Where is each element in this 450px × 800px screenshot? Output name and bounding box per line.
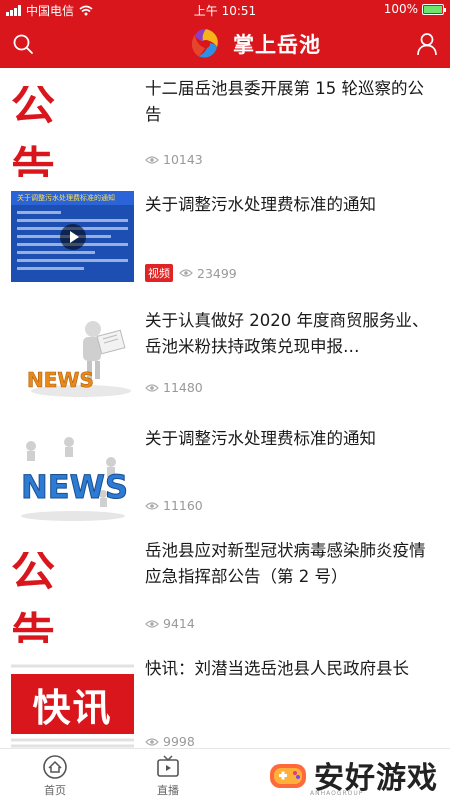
eye-icon — [179, 269, 193, 277]
article-title: 关于调整污水处理费标准的通知 — [145, 429, 376, 448]
home-icon — [43, 755, 67, 779]
view-count: 9998 — [163, 734, 195, 749]
article-meta: 9414 — [145, 616, 195, 631]
article-thumbnail: NEWS — [11, 311, 134, 402]
tab-label: 首页 — [44, 784, 66, 797]
list-item[interactable]: NEWS 关于认真做好 2020 年度商贸服务业、岳池米粉扶持政策兑现申报… 1… — [0, 304, 450, 424]
article-title: 岳池县应对新型冠状病毒感染肺炎疫情 应急指挥部公告（第 2 号） — [145, 541, 426, 586]
news-reader-illustration: NEWS — [27, 321, 131, 397]
battery-icon — [422, 3, 446, 15]
app-logo-icon — [191, 29, 218, 58]
status-bar: 中国电信 上午 10:51 100% — [0, 0, 450, 20]
article-meta: 视频 23499 — [145, 264, 237, 282]
gamepad-logo-icon — [270, 764, 306, 788]
battery-percent: 100% — [383, 2, 418, 16]
eye-icon — [145, 383, 159, 392]
tab-live[interactable]: 直播 — [138, 755, 198, 798]
article-meta: 10143 — [145, 152, 203, 167]
eye-icon — [145, 501, 159, 510]
article-meta: 9998 — [145, 734, 195, 749]
watermark-subtext: ANHAOGROUP — [310, 790, 364, 797]
article-meta: 11160 — [145, 498, 203, 513]
eye-icon — [145, 155, 159, 164]
thumbnail-text: NEWS — [21, 468, 128, 506]
view-count: 11160 — [163, 498, 203, 513]
brand: 掌上岳池 — [187, 25, 321, 63]
view-count: 11480 — [163, 380, 203, 395]
article-meta: 11480 — [145, 380, 203, 395]
article-list: 公 告 十二届岳池县委开展第 15 轮巡察的公告 10143 关于调整污水处理费… — [0, 68, 450, 772]
article-title: 关于认真做好 2020 年度商贸服务业、岳池米粉扶持政策兑现申报… — [145, 311, 429, 356]
user-icon[interactable] — [416, 32, 438, 56]
list-item[interactable]: 公 告 十二届岳池县委开展第 15 轮巡察的公告 10143 — [0, 68, 450, 186]
article-thumbnail: 快讯 — [11, 660, 134, 751]
list-item[interactable]: 关于调整污水处理费标准的通知 关于调整污水处理费标准的通知 视频 23499 — [0, 186, 450, 304]
thumbnail-text: NEWS — [27, 368, 94, 392]
list-item[interactable]: NEWS 关于调整污水处理费标准的通知 11160 — [0, 424, 450, 542]
view-count: 23499 — [197, 265, 237, 281]
thumbnail-text: 公 告 — [11, 552, 67, 643]
watermark: 安好游戏 ANHAOGROUP — [268, 752, 444, 798]
status-right: 100% — [383, 2, 446, 16]
article-title: 快讯：刘潜当选岳池县人民政府县长 — [145, 659, 409, 678]
status-time: 上午 10:51 — [193, 4, 257, 18]
eye-icon — [145, 619, 159, 628]
article-thumbnail: NEWS — [11, 432, 134, 523]
list-item[interactable]: 公 告 岳池县应对新型冠状病毒感染肺炎疫情 应急指挥部公告（第 2 号） 941… — [0, 541, 450, 660]
view-count: 10143 — [163, 152, 203, 167]
article-title: 关于调整污水处理费标准的通知 — [145, 195, 376, 214]
thumbnail-text: 公 告 — [11, 86, 67, 177]
article-thumbnail: 公 告 — [11, 552, 134, 643]
video-thumbnail: 关于调整污水处理费标准的通知 — [11, 191, 134, 282]
eye-icon — [145, 737, 159, 746]
article-title: 十二届岳池县委开展第 15 轮巡察的公告 — [145, 79, 424, 124]
article-thumbnail: 公 告 — [11, 86, 134, 177]
news-blocks-illustration: NEWS — [21, 437, 128, 521]
app-header: 掌上岳池 — [0, 20, 450, 68]
thumbnail-text: 快讯 — [32, 685, 113, 730]
app-screen: 中国电信 上午 10:51 100% 掌上岳池 公 告 十二届岳池县委开展第 1… — [0, 0, 450, 800]
play-icon[interactable] — [59, 223, 86, 250]
view-count: 9414 — [163, 616, 195, 631]
kuaixun-banner: 快讯 — [11, 674, 134, 734]
search-icon[interactable] — [12, 33, 34, 55]
video-tag: 视频 — [145, 264, 173, 282]
tab-home[interactable]: 首页 — [25, 755, 85, 798]
thumbnail-caption: 关于调整污水处理费标准的通知 — [11, 191, 134, 205]
tab-label: 直播 — [157, 784, 179, 797]
tv-icon — [157, 755, 179, 777]
app-title: 掌上岳池 — [233, 33, 321, 57]
